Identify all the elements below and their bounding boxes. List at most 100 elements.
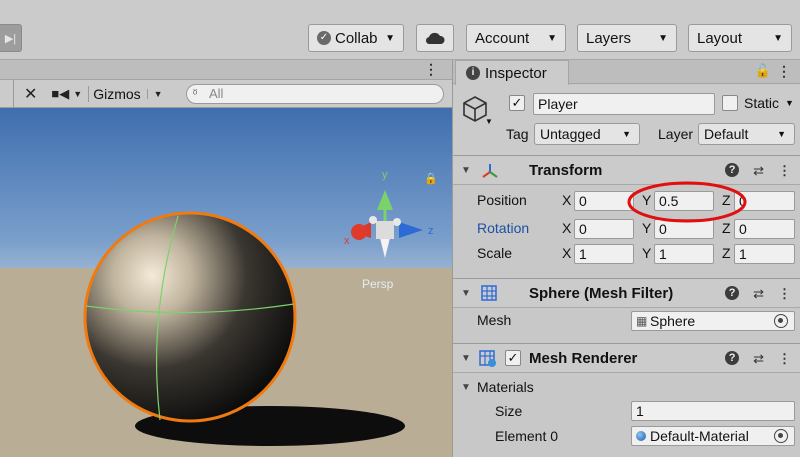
component-header-icons: ? ⇄ ⋮ [725,163,791,179]
chevron-down-icon: ▼ [622,129,631,139]
scene-render: y x z 🔒 Persp [0,169,452,457]
presets-icon[interactable]: ⇄ [753,351,764,367]
mesh-label: Mesh [477,312,512,328]
persp-label: Persp [362,277,394,291]
help-icon[interactable]: ? [725,351,740,365]
cloud-button[interactable] [416,24,454,52]
object-header: ▼ ✓ Player Static ▼ Tag Untagged ▼ Layer… [453,85,800,155]
position-label: Position [477,192,527,208]
presets-icon[interactable]: ⇄ [753,286,764,302]
toolbar-left-stub [0,79,14,108]
orientation-gizmo [351,190,423,258]
scale-y-label: Y [642,245,652,261]
main-toolbar: ▶| ✓ Collab ▼ Account ▼ Layers ▼ Layout … [0,0,800,60]
search-placeholder: All [209,86,224,101]
panel-menu-icon[interactable]: ⋮ [777,63,791,80]
position-x-label: X [562,192,572,208]
layout-label: Layout [697,29,743,47]
static-label: Static [744,95,780,111]
checkmark-circle-icon: ✓ [317,31,331,45]
component-menu-icon[interactable]: ⋮ [778,351,791,367]
scene-viewport[interactable]: y x z 🔒 Persp [0,108,452,457]
mesh-renderer-icon [479,350,496,367]
tab-inspector[interactable]: i Inspector [455,60,569,85]
tag-dropdown[interactable]: Untagged ▼ [534,123,640,145]
mesh-object-field[interactable]: ▦ Sphere [631,311,795,331]
chevron-down-icon: ▼ [777,129,786,139]
scale-y-field[interactable]: 1 [654,244,714,264]
help-icon[interactable]: ? [725,286,740,300]
chevron-down-icon[interactable]: ▼ [485,117,493,126]
object-picker-icon[interactable] [774,314,788,328]
gizmos-button[interactable]: Gizmos [88,85,141,102]
materials-foldout-icon[interactable]: ▼ [461,382,471,393]
chevron-down-icon: ▼ [547,32,557,44]
highlight-circle [627,181,747,223]
gizmos-dropdown[interactable]: ▼ [146,88,163,99]
foldout-arrow-icon[interactable]: ▼ [461,353,471,364]
tools-icon[interactable]: ✕ [24,84,37,104]
layers-dropdown[interactable]: Layers ▼ [577,24,677,52]
collab-label: Collab [335,29,378,47]
object-name-field[interactable]: Player [533,93,715,115]
scene-panel: ⋮ ✕ ■◀ ▼ Gizmos ▼ ᴽ All y x z 🔒 Persp [0,60,452,457]
layer-dropdown[interactable]: Default ▼ [698,123,795,145]
tag-label: Tag [506,126,529,142]
chevron-down-icon: ▼ [658,32,668,44]
scale-x-field[interactable]: 1 [574,244,634,264]
scene-search-input[interactable]: ᴽ All [186,84,444,104]
tab-inspector-label: Inspector [485,64,547,82]
component-menu-icon[interactable]: ⋮ [778,286,791,302]
chevron-down-icon[interactable]: ▼ [785,98,794,108]
object-active-checkbox[interactable]: ✓ [509,95,525,111]
mesh-grid-icon [481,285,497,301]
mesh-filter-header[interactable]: ▼ Sphere (Mesh Filter) ? ⇄ ⋮ [453,278,800,308]
scene-tab-bar: ⋮ [0,60,452,80]
scale-z-label: Z [722,245,731,261]
object-picker-icon[interactable] [774,429,788,443]
chevron-down-icon: ▼ [773,32,783,44]
inspector-panel: i Inspector 🔓 ⋮ ▼ ✓ Player Static ▼ Tag … [452,60,800,457]
gizmo-x-label: x [344,235,350,247]
scene-toolbar: ✕ ■◀ ▼ Gizmos ▼ ᴽ All [0,79,452,108]
sphere-object [83,211,297,423]
foldout-arrow-icon[interactable]: ▼ [461,288,471,299]
materials-label[interactable]: Materials [477,379,534,395]
presets-icon[interactable]: ⇄ [753,163,764,179]
mesh-grid-icon: ▦ [636,314,648,328]
mesh-renderer-body: ▼ Materials Size 1 Element 0 Default-Mat… [453,373,800,457]
component-header-icons: ? ⇄ ⋮ [725,286,791,302]
collab-dropdown[interactable]: ✓ Collab ▼ [308,24,404,52]
camera-icon[interactable]: ■◀ [51,86,69,102]
gizmo-y-label: y [382,169,388,181]
element0-value: Default-Material [650,428,749,444]
mesh-filter-title: Sphere (Mesh Filter) [529,285,674,302]
step-button[interactable]: ▶| [0,24,22,52]
inspector-tab-bar: i Inspector 🔓 ⋮ [453,60,800,85]
mesh-renderer-enabled-checkbox[interactable]: ✓ [505,350,521,366]
rotation-label[interactable]: Rotation [477,220,529,236]
materials-size-field[interactable]: 1 [631,401,795,421]
lock-icon: 🔒 [424,172,438,185]
transform-title: Transform [529,162,603,179]
search-icon: ᴽ [193,88,198,100]
lock-icon[interactable]: 🔓 [755,63,771,79]
static-checkbox[interactable] [722,95,738,111]
scale-z-field[interactable]: 1 [734,244,795,264]
chevron-down-icon[interactable]: ▼ [73,89,82,99]
panel-menu-icon[interactable]: ⋮ [424,61,438,78]
help-icon[interactable]: ? [725,163,740,177]
component-menu-icon[interactable]: ⋮ [778,163,791,179]
foldout-arrow-icon[interactable]: ▼ [461,165,471,176]
layout-dropdown[interactable]: Layout ▼ [688,24,792,52]
layers-label: Layers [586,29,632,47]
mesh-value: Sphere [650,313,696,329]
info-icon: i [466,66,480,80]
account-dropdown[interactable]: Account ▼ [466,24,566,52]
mesh-renderer-header[interactable]: ▼ ✓ Mesh Renderer ? ⇄ ⋮ [453,343,800,373]
mesh-renderer-title: Mesh Renderer [529,350,638,367]
account-label: Account [475,29,530,47]
chevron-down-icon: ▼ [385,32,395,44]
material-sphere-icon [636,431,646,441]
element0-object-field[interactable]: Default-Material [631,426,795,446]
